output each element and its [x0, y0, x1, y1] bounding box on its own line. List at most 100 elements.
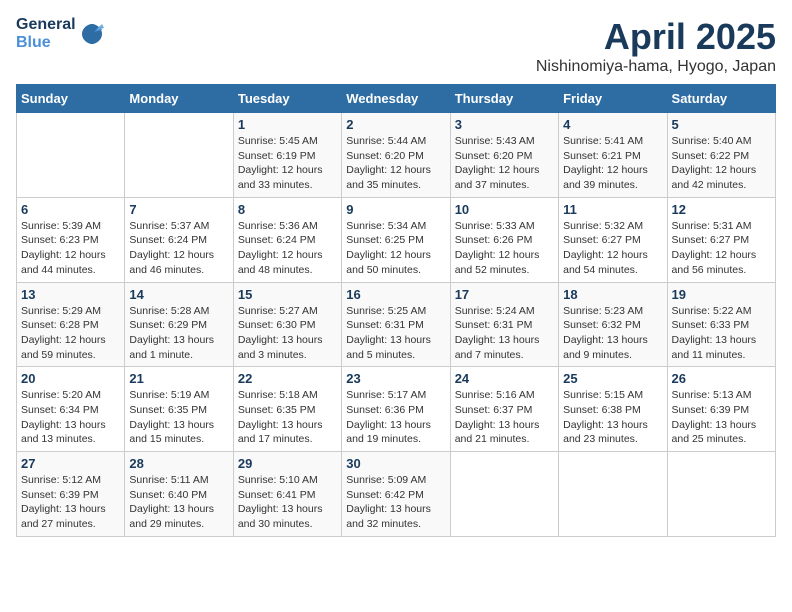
day-info: Sunrise: 5:28 AMSunset: 6:29 PMDaylight:… — [129, 304, 228, 363]
table-row: 26Sunrise: 5:13 AMSunset: 6:39 PMDayligh… — [667, 367, 775, 452]
daylight-text: Daylight: 12 hours and 50 minutes. — [346, 249, 431, 276]
table-row: 23Sunrise: 5:17 AMSunset: 6:36 PMDayligh… — [342, 367, 450, 452]
col-friday: Friday — [559, 85, 667, 113]
table-row — [125, 113, 233, 198]
day-number: 9 — [346, 202, 445, 217]
sunset-text: Sunset: 6:19 PM — [238, 150, 316, 162]
daylight-text: Daylight: 13 hours and 3 minutes. — [238, 334, 323, 361]
table-row — [667, 452, 775, 537]
table-row: 24 Sunrise: 5:16 AM Sunset: 6:37 PM Dayligh… — [450, 367, 558, 452]
daylight-text: Daylight: 13 hours and 11 minutes. — [672, 334, 757, 361]
calendar-week-row: 20Sunrise: 5:20 AMSunset: 6:34 PMDayligh… — [17, 367, 776, 452]
day-number: 15 — [238, 287, 337, 302]
sunrise-text: Sunrise: 5:45 AM — [238, 135, 318, 147]
col-saturday: Saturday — [667, 85, 775, 113]
sunrise-text: Sunrise: 5:18 AM — [238, 389, 318, 401]
daylight-text: Daylight: 12 hours and 37 minutes. — [455, 164, 540, 191]
logo-container: General Blue — [16, 16, 106, 51]
calendar-week-row: 6 Sunrise: 5:39 AM Sunset: 6:23 PM Daylight… — [17, 197, 776, 282]
day-number: 7 — [129, 202, 228, 217]
day-info: Sunrise: 5:15 AMSunset: 6:38 PMDaylight:… — [563, 388, 662, 447]
logo-bird-icon — [78, 20, 106, 48]
day-number: 24 — [455, 371, 554, 386]
day-number: 10 — [455, 202, 554, 217]
table-row: 20Sunrise: 5:20 AMSunset: 6:34 PMDayligh… — [17, 367, 125, 452]
sunset-text: Sunset: 6:21 PM — [563, 150, 641, 162]
calendar-table: Sunday Monday Tuesday Wednesday Thursday… — [16, 84, 776, 537]
day-info: Sunrise: 5:43 AMSunset: 6:20 PMDaylight:… — [455, 134, 554, 193]
sunrise-text: Sunrise: 5:09 AM — [346, 474, 426, 486]
daylight-text: Daylight: 13 hours and 15 minutes. — [129, 419, 214, 446]
sunrise-text: Sunrise: 5:20 AM — [21, 389, 101, 401]
day-number: 5 — [672, 117, 771, 132]
daylight-text: Daylight: 13 hours and 13 minutes. — [21, 419, 106, 446]
day-number: 6 — [21, 202, 120, 217]
day-number: 18 — [563, 287, 662, 302]
logo-general-line: General — [16, 16, 76, 34]
day-number: 2 — [346, 117, 445, 132]
calendar-title: April 2025 — [536, 16, 776, 58]
day-info: Sunrise: 5:22 AMSunset: 6:33 PMDaylight:… — [672, 304, 771, 363]
day-number: 11 — [563, 202, 662, 217]
table-row: 21Sunrise: 5:19 AMSunset: 6:35 PMDayligh… — [125, 367, 233, 452]
sunrise-text: Sunrise: 5:24 AM — [455, 305, 535, 317]
sunrise-text: Sunrise: 5:23 AM — [563, 305, 643, 317]
day-info: Sunrise: 5:17 AMSunset: 6:36 PMDaylight:… — [346, 388, 445, 447]
day-info: Sunrise: 5:41 AMSunset: 6:21 PMDaylight:… — [563, 134, 662, 193]
daylight-text: Daylight: 13 hours and 27 minutes. — [21, 503, 106, 530]
table-row: 10 Sunrise: 5:33 AMSunset: 6:26 PMDayligh… — [450, 197, 558, 282]
day-number: 19 — [672, 287, 771, 302]
sunrise-text: Sunrise: 5:34 AM — [346, 220, 426, 232]
sunrise-text: Sunrise: 5:12 AM — [21, 474, 101, 486]
sunrise-text: Sunrise: 5:39 AM — [21, 220, 101, 232]
day-number: 28 — [129, 456, 228, 471]
sunrise-text: Sunrise: 5:43 AM — [455, 135, 535, 147]
day-info: Sunrise: 5:10 AMSunset: 6:41 PMDaylight:… — [238, 473, 337, 532]
sunrise-text: Sunrise: 5:22 AM — [672, 305, 752, 317]
sunset-text: Sunset: 6:32 PM — [563, 319, 641, 331]
sunset-text: Sunset: 6:37 PM — [455, 404, 533, 416]
day-info: Sunrise: 5:12 AMSunset: 6:39 PMDaylight:… — [21, 473, 120, 532]
day-info: Sunrise: 5:39 AMSunset: 6:23 PMDaylight:… — [21, 219, 120, 278]
table-row: 13Sunrise: 5:29 AMSunset: 6:28 PMDayligh… — [17, 282, 125, 367]
sunset-text: Sunset: 6:22 PM — [672, 150, 750, 162]
sunset-text: Sunset: 6:28 PM — [21, 319, 99, 331]
daylight-text: Daylight: 13 hours and 21 minutes. — [455, 419, 540, 446]
table-row: 22Sunrise: 5:18 AMSunset: 6:35 PMDayligh… — [233, 367, 341, 452]
day-info: Sunrise: 5:45 AMSunset: 6:19 PMDaylight:… — [238, 134, 337, 193]
sunrise-text: Sunrise: 5:40 AM — [672, 135, 752, 147]
day-info: Sunrise: 5:27 AMSunset: 6:30 PMDaylight:… — [238, 304, 337, 363]
sunset-text: Sunset: 6:38 PM — [563, 404, 641, 416]
daylight-text: Daylight: 12 hours and 39 minutes. — [563, 164, 648, 191]
day-number: 8 — [238, 202, 337, 217]
sunrise-text: Sunrise: 5:15 AM — [563, 389, 643, 401]
sunset-text: Sunset: 6:23 PM — [21, 234, 99, 246]
table-row: 16Sunrise: 5:25 AMSunset: 6:31 PMDayligh… — [342, 282, 450, 367]
table-row: 18Sunrise: 5:23 AMSunset: 6:32 PMDayligh… — [559, 282, 667, 367]
day-info: Sunrise: 5:40 AMSunset: 6:22 PMDaylight:… — [672, 134, 771, 193]
sunset-text: Sunset: 6:35 PM — [129, 404, 207, 416]
sunset-text: Sunset: 6:30 PM — [238, 319, 316, 331]
sunset-text: Sunset: 6:39 PM — [672, 404, 750, 416]
day-info: Sunrise: 5:25 AMSunset: 6:31 PMDaylight:… — [346, 304, 445, 363]
sunset-text: Sunset: 6:40 PM — [129, 489, 207, 501]
calendar-week-row: 1Sunrise: 5:45 AMSunset: 6:19 PMDaylight… — [17, 113, 776, 198]
day-number: 22 — [238, 371, 337, 386]
col-monday: Monday — [125, 85, 233, 113]
sunrise-text: Sunrise: 5:32 AM — [563, 220, 643, 232]
day-number: 4 — [563, 117, 662, 132]
table-row: 9Sunrise: 5:34 AMSunset: 6:25 PMDaylight… — [342, 197, 450, 282]
day-info: Sunrise: 5:23 AMSunset: 6:32 PMDaylight:… — [563, 304, 662, 363]
day-number: 29 — [238, 456, 337, 471]
table-row: 6Sunrise: 5:39 AMSunset: 6:23 PMDaylight… — [17, 197, 125, 282]
sunrise-text: Sunrise: 5:16 AM — [455, 389, 535, 401]
col-sunday: Sunday — [17, 85, 125, 113]
sunrise-text: Sunrise: 5:25 AM — [346, 305, 426, 317]
sunrise-text: Sunrise: 5:19 AM — [129, 389, 209, 401]
day-info: Sunrise: 5:33 AMSunset: 6:26 PMDaylight:… — [455, 219, 554, 278]
sunset-text: Sunset: 6:31 PM — [346, 319, 424, 331]
sunrise-text: Sunrise: 5:13 AM — [672, 389, 752, 401]
day-info: Sunrise: 5:20 AMSunset: 6:34 PMDaylight:… — [21, 388, 120, 447]
table-row: 12Sunrise: 5:31 AMSunset: 6:27 PMDayligh… — [667, 197, 775, 282]
day-info: Sunrise: 5:11 AMSunset: 6:40 PMDaylight:… — [129, 473, 228, 532]
